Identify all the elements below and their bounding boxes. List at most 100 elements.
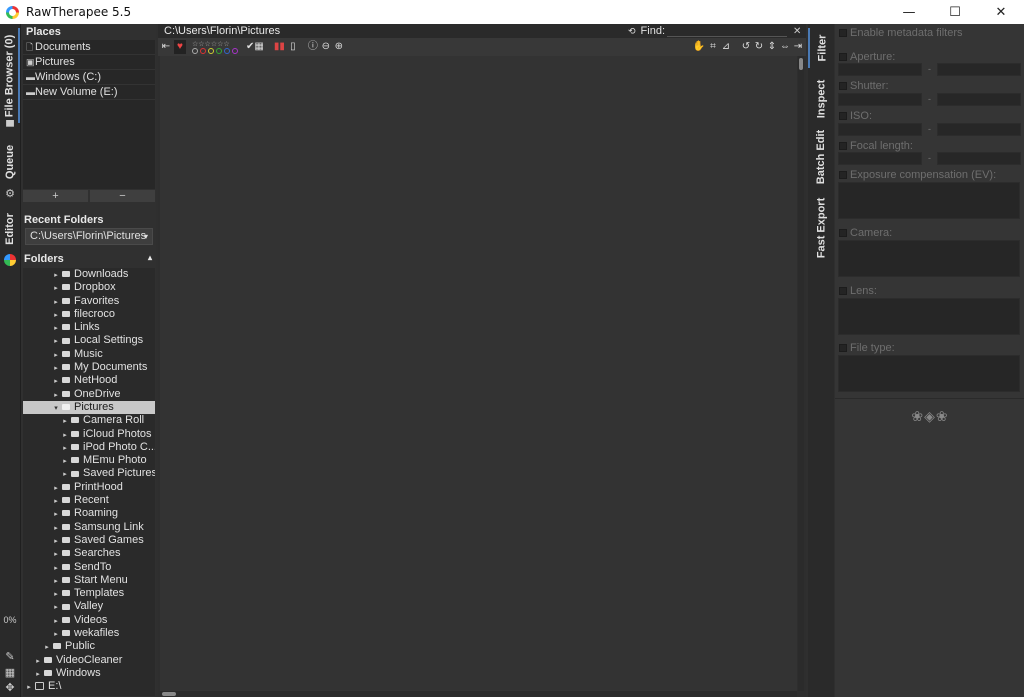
shutter-checkbox[interactable]: Shutter: (839, 80, 889, 92)
expand-right-icon[interactable]: ▸ (25, 681, 33, 694)
expand-right-icon[interactable]: ▸ (61, 429, 69, 442)
settings-icon[interactable]: ✥ (3, 682, 17, 694)
rotate-left-icon[interactable]: ↺ (741, 40, 751, 54)
folder-tree-row[interactable]: ▸ Downloads (23, 268, 155, 281)
focal-max-field[interactable] (937, 151, 1021, 165)
expand-right-icon[interactable]: ▸ (52, 362, 60, 375)
folder-tree-row[interactable]: ▸ wekafiles (23, 627, 155, 640)
expand-right-icon[interactable]: ▸ (52, 508, 60, 521)
folder-tree-row[interactable]: ▸ VideoCleaner (23, 654, 155, 667)
expand-right-icon[interactable]: ▸ (52, 322, 60, 335)
folder-tree-row[interactable]: ▸ Music (23, 348, 155, 361)
minimize-button[interactable]: — (886, 0, 932, 24)
find-input[interactable] (667, 25, 788, 37)
zoom-in-icon[interactable]: ⊕ (334, 40, 344, 54)
place-windows-c[interactable]: ▬Windows (C:) (23, 70, 155, 85)
expand-down-icon[interactable]: ▾ (52, 402, 60, 415)
scrollbar-thumb[interactable] (799, 58, 803, 70)
expand-right-icon[interactable]: ▸ (52, 335, 60, 348)
lens-checkbox[interactable]: Lens: (839, 285, 877, 297)
tab-editor[interactable]: Editor (0, 210, 20, 248)
folder-tree-row[interactable]: ▸ E:\ (23, 680, 155, 693)
expand-right-icon[interactable]: ▸ (52, 349, 60, 362)
camera-checkbox[interactable]: Camera: (839, 227, 892, 239)
tab-file-browser[interactable]: File Browser (0) (0, 28, 20, 123)
horizontal-scrollbar[interactable] (160, 691, 797, 697)
folder-tree-row[interactable]: ▾ Pictures (23, 400, 155, 415)
info-icon[interactable]: ⓘ (308, 40, 318, 54)
rotate-right-icon[interactable]: ↻ (754, 40, 764, 54)
vertical-scrollbar[interactable] (798, 56, 804, 691)
folder-tree-row[interactable]: ▸ SendTo (23, 561, 155, 574)
checkbox[interactable] (839, 229, 847, 237)
expand-right-icon[interactable]: ▸ (52, 375, 60, 388)
expand-right-icon[interactable]: ▸ (61, 415, 69, 428)
batch-icon[interactable]: ▦ (3, 667, 17, 679)
focal-min-field[interactable] (838, 151, 922, 165)
trash-filter-icon[interactable]: ♥ (174, 40, 186, 54)
shutter-max-field[interactable] (937, 92, 1021, 106)
maximize-button[interactable]: ☐ (932, 0, 978, 24)
folder-tree-row[interactable]: ▸ PrintHood (23, 481, 155, 494)
folder-tree-row[interactable]: ▸ Searches (23, 547, 155, 560)
folder-tree-row[interactable]: ▸ NetHood (23, 374, 155, 387)
tab-batch-edit[interactable]: Batch Edit (808, 128, 834, 186)
expand-right-icon[interactable]: ▸ (61, 455, 69, 468)
expand-right-icon[interactable]: ▸ (52, 522, 60, 535)
expand-right-icon[interactable]: ▸ (52, 628, 60, 641)
folder-tree-row[interactable]: ▸ Saved Games (23, 534, 155, 547)
current-path[interactable]: C:\Users\Florin\Pictures (158, 25, 628, 37)
hand-tool-icon[interactable]: ✋ (693, 40, 705, 54)
folder-tree-row[interactable]: ▸ Windows (23, 667, 155, 680)
recycle-icon[interactable]: ▮▮ (274, 40, 285, 54)
folder-tree-row[interactable]: ▸ Public (23, 640, 155, 653)
expand-right-icon[interactable]: ▸ (61, 468, 69, 481)
expand-right-icon[interactable]: ▸ (52, 548, 60, 561)
add-place-button[interactable]: + (23, 190, 88, 202)
close-icon[interactable]: ✕ (793, 26, 801, 37)
expand-right-icon[interactable]: ▸ (52, 389, 60, 402)
expand-left-icon[interactable]: ⇤ (161, 40, 171, 54)
checkbox[interactable] (839, 29, 847, 37)
checkbox[interactable] (839, 171, 847, 179)
folder-tree-row[interactable]: ▸ iCloud Photos (23, 428, 155, 441)
expand-right-icon[interactable]: ▸ (43, 641, 51, 654)
expand-right-icon[interactable]: ▸ (52, 495, 60, 508)
close-button[interactable]: ✕ (978, 0, 1024, 24)
camera-list[interactable] (838, 240, 1020, 277)
folder-tree-row[interactable]: ▸ Recent (23, 494, 155, 507)
folder-tree-row[interactable]: ▸ MEmu Photo (23, 454, 155, 467)
crop-tool-icon[interactable]: ⌗ (708, 40, 718, 54)
iso-checkbox[interactable]: ISO: (839, 110, 872, 122)
scrollbar-thumb[interactable] (162, 692, 176, 696)
expand-right-icon[interactable]: ▸ (52, 535, 60, 548)
folder-tree-row[interactable]: ▸ Videos (23, 614, 155, 627)
folder-tree-row[interactable]: ▸ Links (23, 321, 155, 334)
expand-right-icon[interactable]: ▸ (52, 309, 60, 322)
straighten-tool-icon[interactable]: ⊿ (721, 40, 731, 54)
lens-list[interactable] (838, 298, 1020, 335)
folder-tree-row[interactable]: ▸ Templates (23, 587, 155, 600)
recent-folders-select[interactable]: C:\Users\Florin\Pictures ▾ (25, 228, 153, 245)
place-new-volume-e[interactable]: ▬New Volume (E:) (23, 85, 155, 100)
aperture-min-field[interactable] (838, 62, 922, 76)
checkbox[interactable] (839, 53, 847, 61)
zoom-out-icon[interactable]: ⊖ (321, 40, 331, 54)
expand-right-icon[interactable]: ▸ (52, 615, 60, 628)
exposure-comp-list[interactable] (838, 182, 1020, 219)
folder-tree-row[interactable]: ▸ filecroco (23, 308, 155, 321)
remove-place-button[interactable]: − (90, 190, 155, 202)
aperture-max-field[interactable] (937, 62, 1021, 76)
folder-tree-row[interactable]: ▸ Start Menu (23, 574, 155, 587)
folder-tree-row[interactable]: ▸ Roaming (23, 507, 155, 520)
tab-filter[interactable]: Filter (808, 28, 834, 68)
expand-right-icon[interactable]: ▸ (52, 296, 60, 309)
expand-right-icon[interactable]: ▸ (52, 575, 60, 588)
file-type-checkbox[interactable]: File type: (839, 342, 895, 354)
folder-tree-row[interactable]: ▸ Local Settings (23, 334, 155, 347)
star-icons[interactable]: ☆☆☆☆☆☆ (192, 41, 230, 48)
enable-metadata-checkbox[interactable]: Enable metadata filters (839, 27, 963, 39)
exposure-comp-checkbox[interactable]: Exposure compensation (EV): (839, 169, 996, 181)
checkbox[interactable] (839, 82, 847, 90)
refresh-icon[interactable]: ⟲ (628, 26, 636, 37)
